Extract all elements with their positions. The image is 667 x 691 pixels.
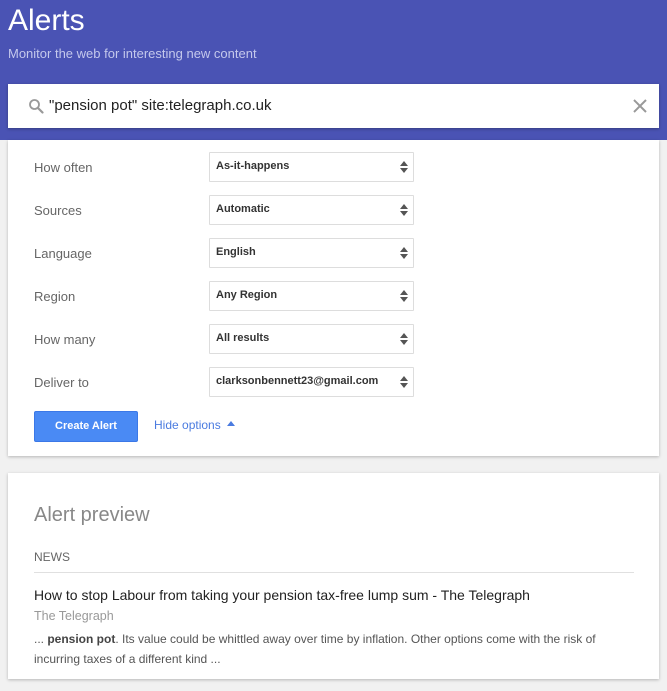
option-row-deliver-to: Deliver to clarksonbennett23@gmail.com: [8, 367, 659, 397]
option-row-language: Language English: [8, 238, 659, 268]
section-label-news: NEWS: [34, 550, 70, 564]
sources-select[interactable]: Automatic: [209, 195, 414, 225]
select-arrows-icon: [400, 247, 408, 259]
option-row-sources: Sources Automatic: [8, 195, 659, 225]
deliver-to-select[interactable]: clarksonbennett23@gmail.com: [209, 367, 414, 397]
select-arrows-icon: [400, 376, 408, 388]
divider: [34, 572, 634, 573]
select-value: All results: [216, 332, 270, 344]
option-label: Region: [34, 289, 76, 304]
snippet-prefix: ...: [34, 632, 48, 646]
option-label: Language: [34, 246, 92, 261]
result-source: The Telegraph: [34, 609, 114, 623]
select-value: Any Region: [216, 289, 278, 301]
select-arrows-icon: [400, 204, 408, 216]
how-many-select[interactable]: All results: [209, 324, 414, 354]
how-often-select[interactable]: As-it-happens: [209, 152, 414, 182]
result-title-link[interactable]: How to stop Labour from taking your pens…: [34, 587, 530, 603]
search-icon: [29, 99, 44, 114]
search-box[interactable]: "pension pot" site:telegraph.co.uk: [8, 84, 659, 128]
option-label: How many: [34, 332, 96, 347]
hide-options-link[interactable]: Hide options: [154, 418, 235, 432]
hide-options-label: Hide options: [154, 418, 221, 432]
search-input[interactable]: "pension pot" site:telegraph.co.uk: [49, 97, 271, 114]
option-label: How often: [34, 160, 93, 175]
header: Alerts Monitor the web for interesting n…: [0, 0, 667, 140]
option-row-region: Region Any Region: [8, 281, 659, 311]
alert-preview-card: Alert preview NEWS How to stop Labour fr…: [8, 473, 659, 679]
snippet-rest: . Its value could be whittled away over …: [34, 632, 596, 666]
option-row-how-often: How often As-it-happens: [8, 152, 659, 182]
select-arrows-icon: [400, 333, 408, 345]
select-value: Automatic: [216, 203, 270, 215]
select-value: As-it-happens: [216, 160, 290, 172]
snippet-highlight: pension pot: [47, 632, 116, 646]
create-alert-button[interactable]: Create Alert: [34, 411, 138, 442]
result-snippet: ... pension pot. Its value could be whit…: [34, 629, 634, 669]
select-arrows-icon: [400, 290, 408, 302]
region-select[interactable]: Any Region: [209, 281, 414, 311]
page-title: Alerts: [8, 4, 85, 37]
close-icon[interactable]: [631, 97, 649, 115]
select-value: English: [216, 246, 256, 258]
option-label: Sources: [34, 203, 82, 218]
option-label: Deliver to: [34, 375, 89, 390]
page-subtitle: Monitor the web for interesting new cont…: [8, 46, 257, 61]
option-row-how-many: How many All results: [8, 324, 659, 354]
language-select[interactable]: English: [209, 238, 414, 268]
select-arrows-icon: [400, 161, 408, 173]
select-value: clarksonbennett23@gmail.com: [216, 375, 379, 387]
preview-title: Alert preview: [34, 504, 150, 526]
options-card: How often As-it-happens Sources Automati…: [8, 140, 659, 456]
caret-up-icon: [226, 421, 235, 427]
